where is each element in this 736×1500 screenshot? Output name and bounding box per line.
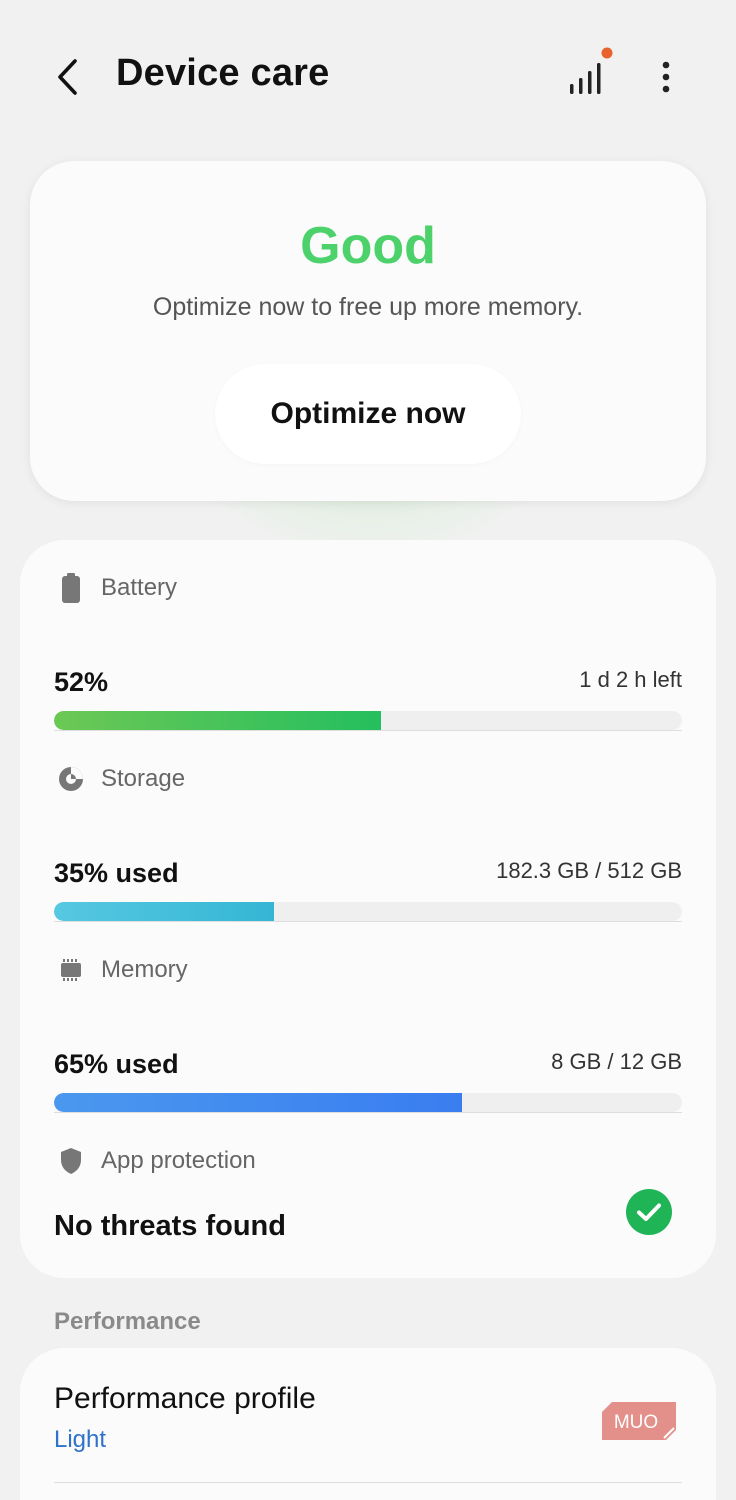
app-protection-row[interactable]: App protection (54, 1144, 682, 1264)
battery-value: 52% (54, 667, 109, 697)
divider (54, 730, 682, 731)
app-protection-label: App protection (101, 1147, 256, 1174)
chevron-left-icon (58, 59, 77, 95)
storage-header: Storage (54, 762, 185, 796)
back-button[interactable] (48, 52, 88, 102)
performance-card: Performance profile Light MUO (20, 1348, 716, 1500)
memory-value: 65% used (54, 1049, 179, 1079)
pie-chart-icon (54, 762, 88, 796)
memory-chip-icon (54, 953, 88, 987)
performance-section-label: Performance (54, 1308, 201, 1335)
performance-profile-title[interactable]: Performance profile (54, 1382, 316, 1416)
optimize-now-button[interactable]: Optimize now (215, 364, 521, 464)
more-options-button[interactable] (646, 52, 686, 102)
storage-bar-fill (54, 902, 274, 921)
device-care-screen: Device care Good Optimize now to free up… (0, 0, 736, 1500)
battery-detail: 1 d 2 h left (579, 667, 682, 692)
more-vertical-icon (662, 61, 670, 93)
memory-row[interactable]: Memory 65% used 8 GB / 12 GB (54, 953, 682, 1123)
memory-bar-fill (54, 1093, 463, 1112)
storage-row[interactable]: Storage 35% used 182.3 GB / 512 GB (54, 762, 682, 932)
memory-detail: 8 GB / 12 GB (551, 1049, 682, 1074)
battery-header: Battery (54, 571, 177, 605)
status-word: Good (300, 217, 436, 275)
diagnostics-button[interactable] (560, 46, 616, 102)
muo-logo-text: MUO (614, 1412, 658, 1433)
muo-logo: MUO (602, 1402, 676, 1440)
status-subtitle: Optimize now to free up more memory. (152, 293, 584, 321)
divider (54, 1482, 682, 1483)
storage-detail: 182.3 GB / 512 GB (496, 858, 682, 883)
page-title: Device care (116, 52, 330, 94)
battery-bar-fill (54, 711, 381, 730)
memory-header: Memory (54, 953, 188, 987)
storage-label: Storage (101, 765, 186, 792)
status-card: Good Optimize now to free up more memory… (30, 161, 706, 501)
signal-bars-icon (570, 47, 613, 94)
app-protection-header: App protection (54, 1144, 256, 1178)
storage-bar (54, 902, 682, 921)
battery-icon (54, 571, 88, 605)
divider (54, 921, 682, 922)
check-circle-icon (626, 1189, 672, 1235)
divider (54, 1112, 682, 1113)
stats-card: Battery 52% 1 d 2 h left Storage 35% use… (20, 540, 716, 1278)
app-protection-value: No threats found (54, 1210, 286, 1242)
memory-label: Memory (101, 956, 188, 983)
performance-profile-value: Light (54, 1426, 107, 1453)
shield-icon (54, 1144, 88, 1178)
battery-bar (54, 711, 682, 730)
app-header: Device care (0, 0, 736, 150)
battery-label: Battery (101, 574, 178, 601)
memory-bar (54, 1093, 682, 1112)
storage-value: 35% used (54, 858, 179, 888)
battery-row[interactable]: Battery 52% 1 d 2 h left (54, 571, 682, 741)
